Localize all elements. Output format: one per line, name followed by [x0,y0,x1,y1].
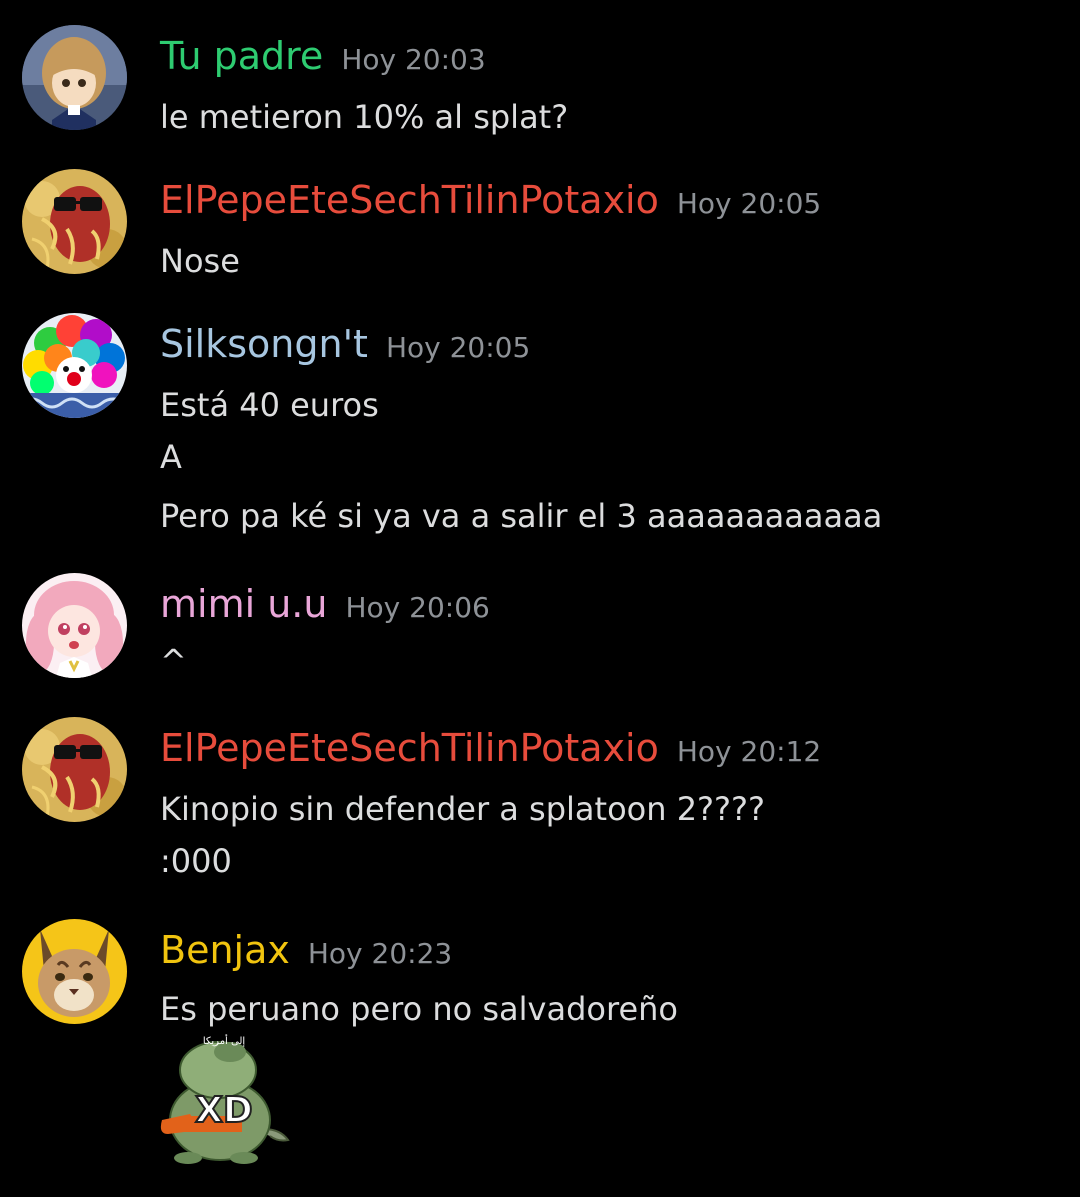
sticker-text: XD [195,1090,253,1131]
timestamp: Hoy 20:23 [307,937,453,970]
sticker-caption: إلى أمريكا [203,1034,246,1047]
timestamp: Hoy 20:03 [341,43,486,76]
username[interactable]: Silksongn't [160,321,368,367]
message-text: Está 40 euros [160,386,379,424]
rainbow-clown-avatar[interactable] [22,313,127,418]
username[interactable]: Tu padre [160,33,323,79]
username[interactable]: ElPepeEteSechTilinPotaxio [160,177,659,223]
timestamp: Hoy 20:06 [345,591,490,624]
anime-girl-avatar[interactable] [22,25,127,130]
caracal-cat-avatar[interactable] [22,919,127,1024]
pink-anime-avatar[interactable] [22,573,127,678]
message-text: le metieron 10% al splat? [160,98,569,136]
message-text: Es peruano pero no salvadoreño [160,990,678,1028]
timestamp: Hoy 20:05 [385,331,531,364]
username[interactable]: Benjax [160,927,290,973]
pasta-sunglasses-avatar[interactable] [22,717,127,822]
chat-messages: Tu padre Hoy 20:03 le metieron 10% al sp… [0,0,1080,1197]
timestamp: Hoy 20:05 [676,187,822,220]
username[interactable]: ElPepeEteSechTilinPotaxio [160,725,659,771]
message-text: :000 [160,842,232,880]
rat-xd-sticker[interactable]: إلى أمريكا XD [160,1030,295,1170]
pasta-sunglasses-avatar[interactable] [22,169,127,274]
message-text: Nose [160,242,240,280]
message-text: A [160,438,182,476]
username[interactable]: mimi u.u [160,581,327,627]
timestamp: Hoy 20:12 [676,735,822,768]
message-text: ^ [160,642,187,680]
message-text: Pero pa ké si ya va a salir el 3 aaaaaaa… [160,497,883,535]
message-text: Kinopio sin defender a splatoon 2???? [160,790,765,828]
